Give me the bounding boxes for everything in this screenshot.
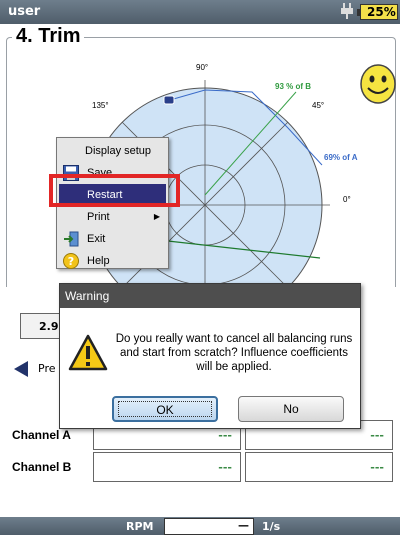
user-label: user [8, 4, 41, 19]
submenu-arrow-icon: ▶ [153, 212, 160, 221]
status-smiley-icon [360, 64, 396, 104]
dialog-title: Warning [60, 284, 360, 308]
dialog-message: Do you really want to cancel all balanci… [115, 333, 353, 373]
cell-value: --- [218, 461, 232, 474]
rpm-unit: 1/s [262, 520, 281, 533]
cell-value: --- [370, 461, 384, 474]
menu-item-label: Exit [87, 233, 106, 245]
menu-item-help[interactable]: ? Help [59, 250, 166, 272]
no-button[interactable]: No [238, 396, 344, 422]
warning-dialog: Warning Do you really want to cancel all… [59, 283, 361, 429]
bottom-status-bar: RPM — 1/s [0, 517, 400, 535]
rpm-field: — [164, 518, 254, 535]
battery-indicator: 25% [357, 4, 398, 20]
menu-item-label: Help [87, 255, 110, 267]
channel-b-label: Channel B [12, 460, 72, 474]
top-status-bar: user 25% [0, 0, 400, 24]
angle-label-90: 90° [196, 63, 208, 72]
menu-item-label: Print [87, 211, 110, 223]
channel-b-cell-1: --- [93, 452, 241, 482]
svg-text:?: ? [68, 255, 74, 268]
power-plug-icon [341, 3, 353, 19]
rpm-value: — [238, 519, 249, 532]
no-button-label: No [283, 402, 299, 416]
restart-highlight-frame [49, 174, 180, 207]
warning-icon [68, 334, 108, 371]
annotation-a: 69% of A [324, 153, 358, 162]
previous-arrow-icon[interactable] [14, 361, 28, 377]
help-icon: ? [63, 253, 79, 269]
focus-outline [118, 401, 212, 417]
cell-value: --- [370, 429, 384, 442]
annotation-b: 93 % of B [275, 82, 311, 91]
menu-item-label: Display setup [85, 145, 152, 157]
channel-a-label: Channel A [12, 428, 71, 442]
menu-item-exit[interactable]: Exit [59, 228, 166, 250]
rpm-label: RPM [126, 520, 154, 533]
exit-icon [64, 231, 79, 247]
ok-button[interactable]: OK [112, 396, 218, 422]
angle-label-135: 135° [92, 101, 109, 110]
measurement-marker-icon [163, 95, 175, 105]
channel-b-cell-2: --- [245, 452, 393, 482]
value-box-text: 2.9 [39, 320, 59, 333]
cell-value: --- [218, 429, 232, 442]
angle-label-0: 0° [343, 195, 351, 204]
angle-label-45: 45° [312, 101, 324, 110]
page-title: 4. Trim [12, 25, 85, 48]
menu-item-print[interactable]: Print ▶ [59, 206, 166, 228]
previous-button-label[interactable]: Pre [38, 362, 56, 375]
menu-item-display-setup[interactable]: Display setup [59, 140, 166, 162]
battery-percent: 25% [367, 5, 396, 19]
